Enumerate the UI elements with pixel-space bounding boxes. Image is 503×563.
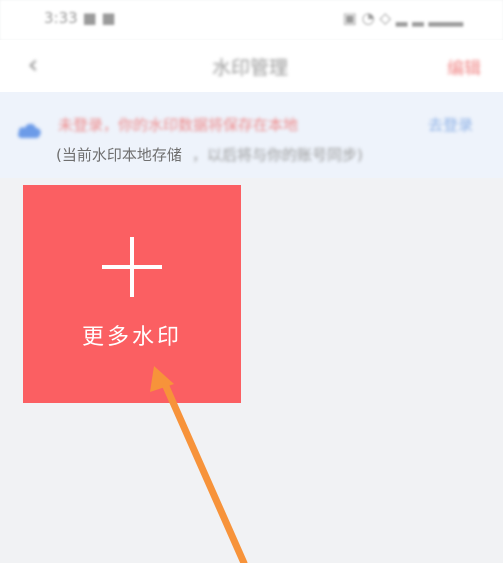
page: 3:33 ■ ■ ▣ ◔ ◇ ▂ ▂ ▂▂▂ ‹ 水印管理 编辑 未登录，你的水… xyxy=(0,0,503,563)
notice-content: 未登录，你的水印数据将保存在本地 去登录 ，以后将与你的账号同步) xyxy=(0,92,503,178)
status-time: 3:33 ■ ■ xyxy=(44,9,116,27)
notice-warning-text: 未登录，你的水印数据将保存在本地 xyxy=(58,116,299,134)
nav-content: ‹ 水印管理 编辑 xyxy=(0,40,503,92)
more-watermarks-label: 更多水印 xyxy=(81,325,182,350)
status-indicators: ▣ ◔ ◇ ▂ ▂ ▂▂▂ xyxy=(342,9,463,27)
page-title: 水印管理 xyxy=(211,57,288,79)
login-notice-banner: 未登录，你的水印数据将保存在本地 去登录 ，以后将与你的账号同步) (当前水印本… xyxy=(0,92,503,178)
login-link[interactable]: 去登录 xyxy=(428,114,473,135)
status-bar: 3:33 ■ ■ ▣ ◔ ◇ ▂ ▂ ▂▂▂ xyxy=(0,0,503,40)
notice-sync-text: ，以后将与你的账号同步) xyxy=(192,146,363,164)
nav-bar: ‹ 水印管理 编辑 xyxy=(0,40,503,92)
more-watermarks-button[interactable]: 更多水印 xyxy=(23,185,241,403)
plus-icon xyxy=(102,237,162,297)
edit-button[interactable]: 编辑 xyxy=(447,54,481,79)
notice-storage-text: (当前水印本地存储 xyxy=(56,146,182,164)
plus-icon-vertical xyxy=(130,237,134,297)
cloud-icon xyxy=(18,123,41,138)
back-icon[interactable]: ‹ xyxy=(18,50,48,80)
